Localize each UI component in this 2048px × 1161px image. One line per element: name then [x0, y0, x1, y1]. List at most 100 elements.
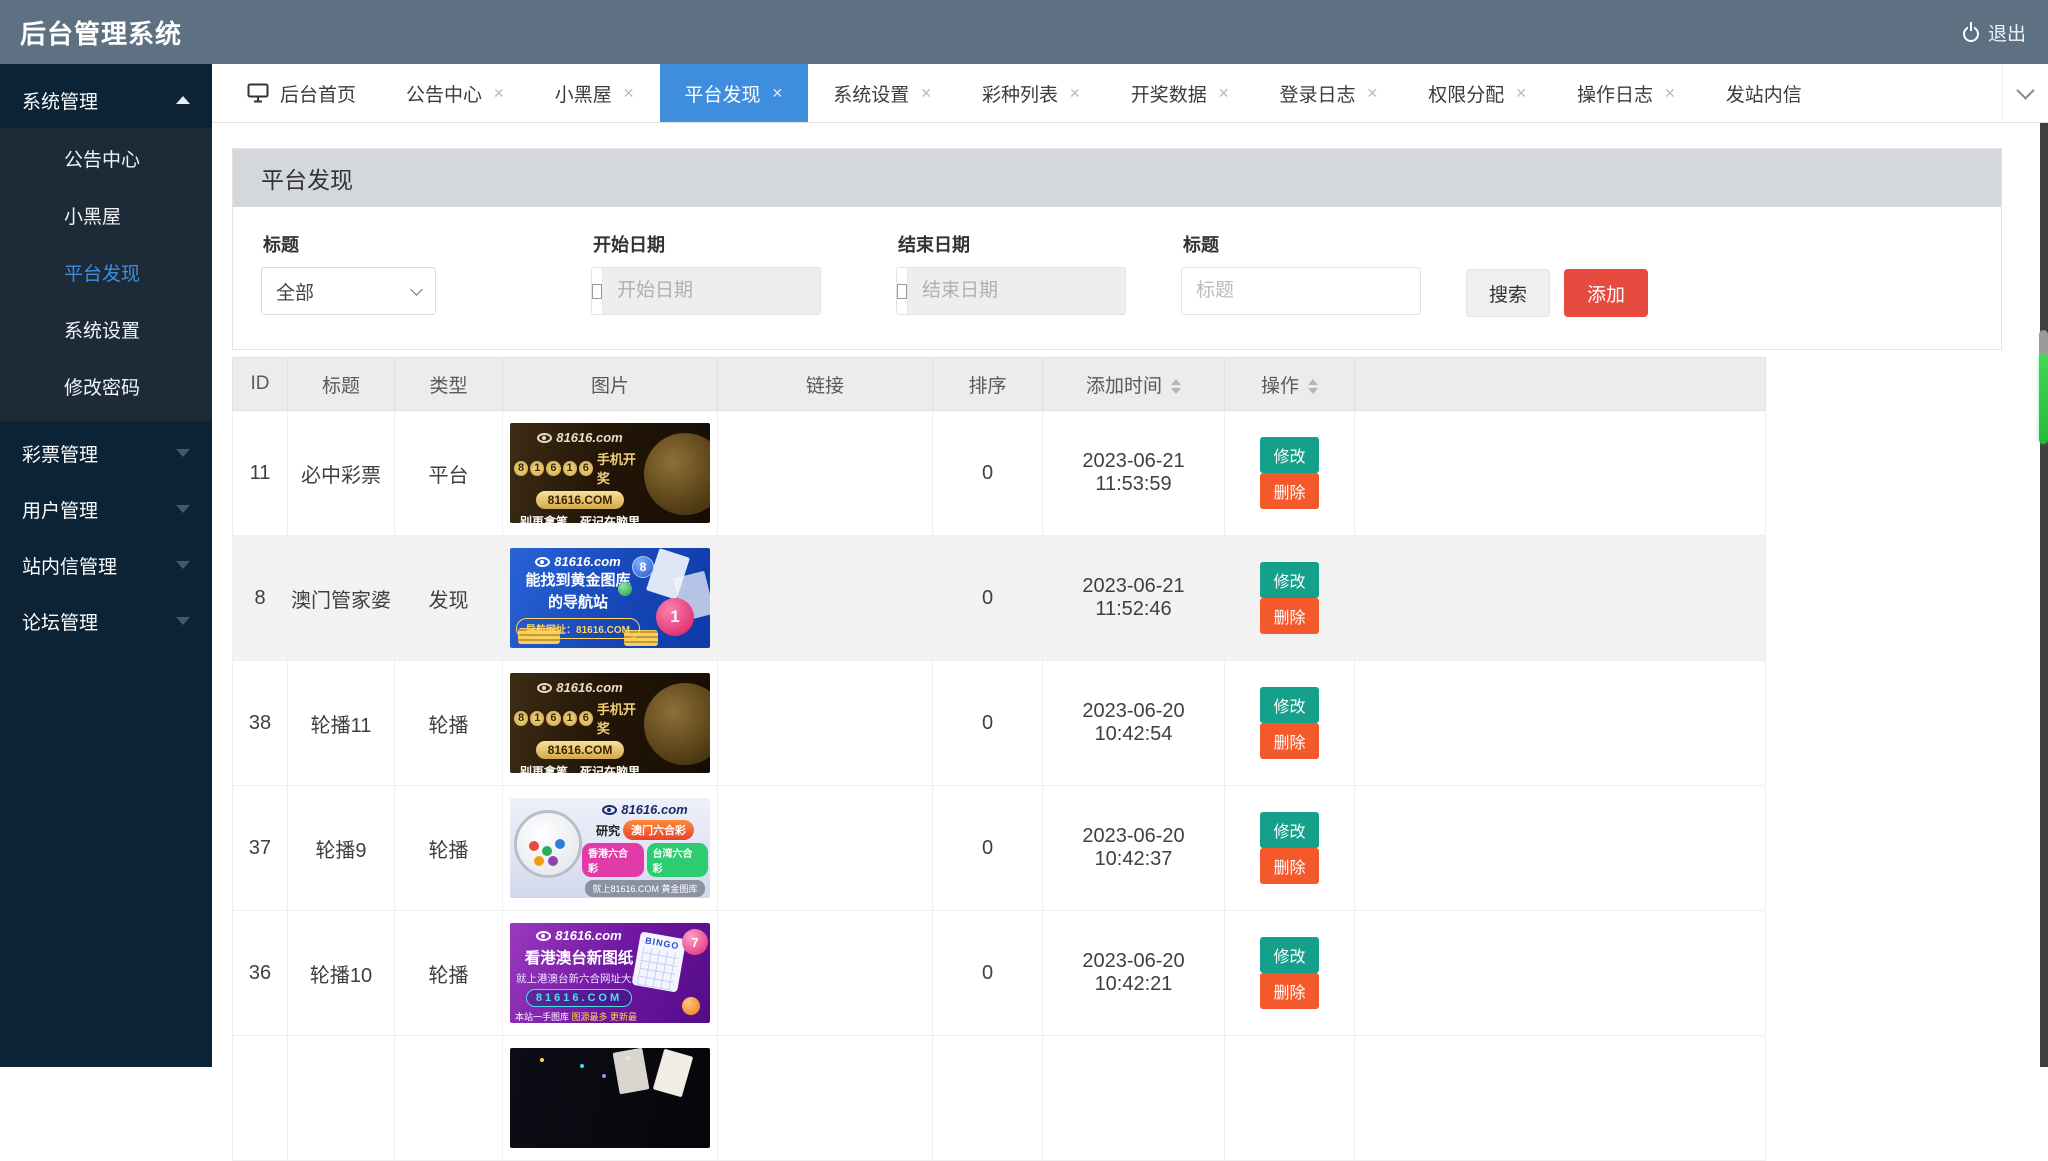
cell-sort: 0 [933, 411, 1043, 536]
tab-平台发现[interactable]: 平台发现 ✕ [660, 64, 809, 122]
edit-button[interactable]: 修改 [1260, 937, 1318, 973]
delete-button[interactable]: 删除 [1260, 973, 1318, 1009]
edit-button[interactable]: 修改 [1260, 562, 1318, 598]
sidebar-group-论坛管理[interactable]: 论坛管理 [0, 593, 212, 649]
column-header-label: 链接 [806, 376, 844, 397]
end-date-field [896, 267, 1126, 315]
monitor-icon [247, 83, 269, 103]
sidebar-item-小黑屋[interactable]: 小黑屋 [0, 189, 212, 246]
tab-label: 公告中心 [406, 80, 482, 107]
lottery-ball [618, 582, 632, 596]
cell-link [718, 661, 933, 786]
tab-公告中心[interactable]: 公告中心 ✕ [381, 64, 530, 122]
close-icon[interactable]: ✕ [623, 85, 635, 102]
digit-ball: 6 [579, 461, 593, 476]
delete-button[interactable]: 删除 [1260, 723, 1318, 759]
cell-actions: 修改删除 [1225, 411, 1355, 536]
cell-type: 平台 [395, 411, 503, 536]
data-table-wrap: ID标题类型图片链接排序添加时间操作 11必中彩票平台81616.com8161… [232, 357, 1766, 1161]
banner-brand: 81616.com [535, 554, 621, 569]
sidebar-item-平台发现[interactable]: 平台发现 [0, 246, 212, 303]
edit-button[interactable]: 修改 [1260, 812, 1318, 848]
digit-ball: 1 [563, 711, 577, 726]
add-button[interactable]: 添加 [1564, 269, 1648, 317]
chevron-down-icon [176, 617, 190, 625]
column-header-类型: 类型 [395, 358, 503, 411]
sidebar-item-公告中心[interactable]: 公告中心 [0, 132, 212, 189]
banner-line-part: 本站一手图库 [515, 1012, 572, 1022]
close-icon[interactable]: ✕ [1664, 85, 1676, 102]
scrollbar-thumb[interactable] [2039, 354, 2048, 444]
filter-row: 标题 全部 开始日期 结束日期 [233, 207, 2001, 349]
cell-id: 38 [233, 661, 288, 786]
sidebar-group-系统管理[interactable]: 系统管理 [0, 72, 212, 128]
close-icon[interactable]: ✕ [1367, 85, 1379, 102]
chevron-up-icon [176, 96, 190, 104]
tab-权限分配[interactable]: 权限分配✕ [1403, 64, 1552, 122]
banner-image-blue: 81616.com能找到黄金图库的导航站导航网址：81616.COM81 [510, 548, 710, 648]
end-date-input[interactable] [908, 268, 1126, 314]
column-header-label: 添加时间 [1086, 376, 1162, 397]
close-icon[interactable]: ✕ [493, 85, 505, 102]
delete-button[interactable]: 删除 [1260, 598, 1318, 634]
tab-后台首页[interactable]: 后台首页 [222, 64, 381, 122]
chevron-down-icon [176, 561, 190, 569]
tab-系统设置[interactable]: 系统设置✕ [808, 64, 957, 122]
chevron-down-icon [410, 283, 423, 296]
cell-empty [1355, 786, 1766, 911]
tab-彩种列表[interactable]: 彩种列表 ✕ [957, 64, 1106, 122]
edit-button[interactable]: 修改 [1260, 687, 1318, 723]
delete-button[interactable]: 删除 [1260, 473, 1318, 509]
search-button[interactable]: 搜索 [1466, 269, 1550, 317]
cell-type: 轮播 [395, 911, 503, 1036]
cell-title [288, 1036, 395, 1161]
cell-type: 轮播 [395, 661, 503, 786]
cell-sort [933, 1036, 1043, 1161]
cell-title: 轮播9 [288, 786, 395, 911]
sidebar-item-修改密码[interactable]: 修改密码 [0, 360, 212, 417]
start-date-input[interactable] [603, 268, 821, 314]
tab-登录日志[interactable]: 登录日志✕ [1255, 64, 1404, 122]
title-type-select[interactable]: 全部 [261, 267, 436, 315]
banner-line: 本站一手图库 图源最多 更新最快 最齐全 [515, 1010, 643, 1023]
banner-brand: 81616.com [537, 680, 623, 695]
tab-操作日志[interactable]: 操作日志 ✕ [1552, 64, 1701, 122]
tab-label: 操作日志 [1577, 80, 1653, 107]
sort-icon[interactable] [1171, 379, 1181, 394]
sidebar-group-站内信管理[interactable]: 站内信管理 [0, 537, 212, 593]
sort-icon[interactable] [1308, 379, 1318, 394]
close-icon[interactable]: ✕ [920, 85, 932, 102]
tab-label: 彩种列表 [982, 80, 1058, 107]
scrollbar-track[interactable] [2040, 123, 2048, 1067]
cell-time [1043, 1036, 1225, 1161]
banner-brand: 81616.com [537, 430, 623, 445]
banner-brand-text: 81616.com [555, 928, 622, 943]
tabs-dropdown-button[interactable] [2002, 64, 2048, 122]
eye-logo-icon [537, 683, 552, 693]
eye-logo-icon [537, 433, 552, 443]
cell-id: 11 [233, 411, 288, 536]
tab-label: 发站内信 [1726, 80, 1802, 107]
close-icon[interactable]: ✕ [1515, 85, 1527, 102]
edit-button[interactable]: 修改 [1260, 437, 1318, 473]
sidebar-group-用户管理[interactable]: 用户管理 [0, 481, 212, 537]
cell-image: 81616.com能找到黄金图库的导航站导航网址：81616.COM81 [503, 536, 718, 661]
logout-button[interactable]: 退出 [1961, 0, 2026, 64]
cell-title: 轮播10 [288, 911, 395, 1036]
card-decoration [653, 1049, 693, 1098]
banner-line: 研究 [596, 822, 620, 839]
close-icon[interactable]: ✕ [1218, 85, 1230, 102]
tab-发站内信[interactable]: 发站内信 [1701, 64, 1827, 122]
title-input[interactable] [1181, 267, 1421, 315]
close-icon[interactable]: ✕ [1069, 85, 1081, 102]
delete-button[interactable]: 删除 [1260, 848, 1318, 884]
column-header-ID: ID [233, 358, 288, 411]
tab-label: 平台发现 [685, 80, 761, 107]
banner-headline: 能找到黄金图库 [525, 572, 630, 591]
tab-开奖数据[interactable]: 开奖数据✕ [1106, 64, 1255, 122]
tab-小黑屋[interactable]: 小黑屋✕ [530, 64, 660, 122]
sidebar-group-彩票管理[interactable]: 彩票管理 [0, 425, 212, 481]
close-icon[interactable]: ✕ [772, 85, 784, 102]
sidebar-item-系统设置[interactable]: 系统设置 [0, 303, 212, 360]
cell-sort: 0 [933, 661, 1043, 786]
